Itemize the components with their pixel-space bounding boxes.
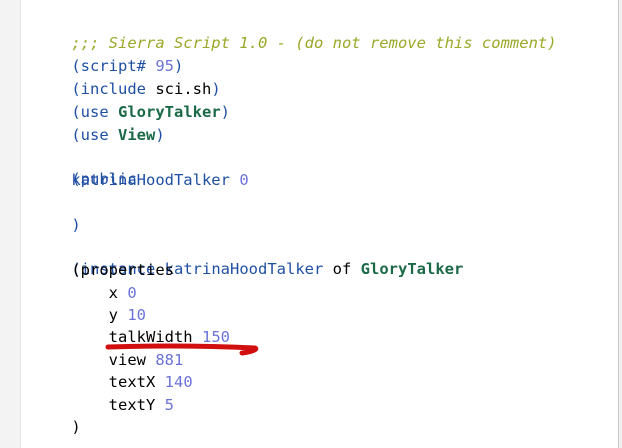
- script-line: (script# 95): [34, 33, 183, 75]
- superclass-name: GloryTalker: [360, 260, 464, 278]
- public-entry-line: katrinaHoodTalker 0: [34, 169, 249, 191]
- public-close-line: ): [34, 192, 80, 234]
- comment-line: ;;; Sierra Script 1.0 - (do not remove t…: [34, 10, 556, 52]
- prop-line-textx: textX 140: [34, 371, 193, 393]
- prop-name: textX: [108, 373, 156, 391]
- prop-value: 5: [164, 396, 175, 414]
- class-view: View: [118, 126, 156, 144]
- prop-value: 0: [127, 284, 137, 302]
- prop-line-y: y 10: [34, 304, 146, 326]
- prop-value: 140: [164, 373, 193, 391]
- public-name: katrinaHoodTalker: [71, 171, 230, 189]
- prop-name: textY: [108, 396, 156, 414]
- instance-line: (instance katrinaHoodTalker of GloryTalk…: [34, 236, 463, 278]
- use-glorytalker-line: (use GloryTalker): [34, 79, 230, 121]
- prop-value: 10: [127, 306, 147, 324]
- public-line: (public: [34, 146, 136, 188]
- include-line: (include sci.sh): [34, 56, 220, 98]
- keyword-properties: properties: [80, 261, 174, 279]
- prop-name: y: [108, 306, 118, 324]
- open-paren: (: [71, 126, 81, 144]
- close-paren: ): [71, 418, 81, 436]
- prop-line-x: x 0: [34, 282, 137, 304]
- red-underline-annotation: [105, 343, 259, 356]
- properties-line: (properties: [34, 259, 174, 281]
- instance-name: katrinaHoodTalker: [164, 260, 324, 278]
- prop-name: x: [108, 284, 118, 302]
- public-index: 0: [239, 171, 249, 189]
- use-view-line: (use View): [34, 102, 164, 144]
- properties-close-line: ): [34, 416, 81, 438]
- close-paren: ): [220, 103, 231, 121]
- close-paren: ): [71, 216, 81, 234]
- open-paren: (: [71, 261, 81, 279]
- code-editor[interactable]: ;;; Sierra Script 1.0 - (do not remove t…: [0, 0, 619, 448]
- editor-gutter: [0, 0, 21, 448]
- prop-line-texty: textY 5: [34, 394, 174, 416]
- close-paren: ): [155, 126, 165, 144]
- keyword-of: of: [332, 260, 352, 278]
- keyword-use: use: [80, 126, 109, 144]
